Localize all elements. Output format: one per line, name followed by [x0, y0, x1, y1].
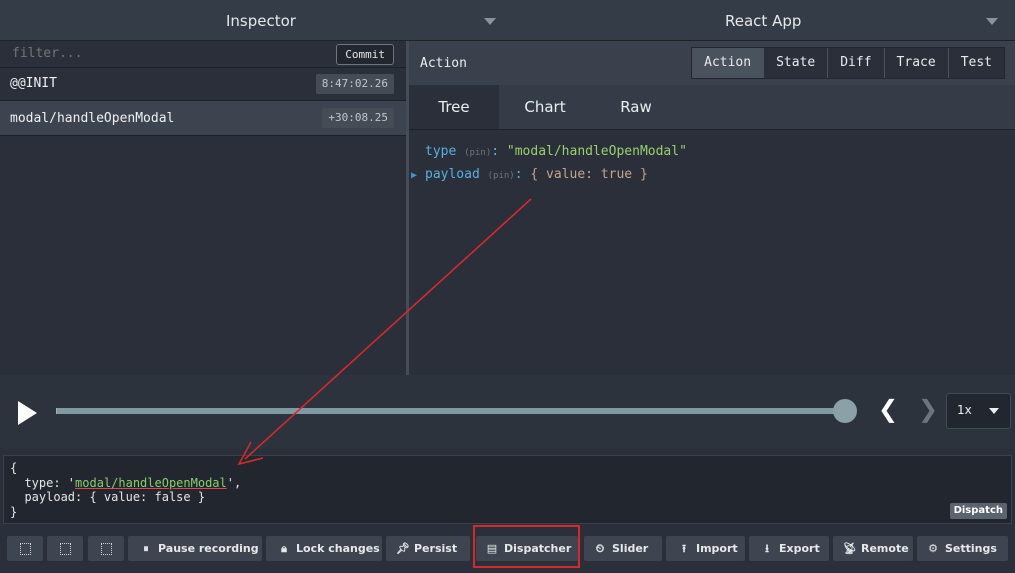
annotation-arrow [237, 198, 532, 466]
arrow-line [244, 198, 532, 460]
